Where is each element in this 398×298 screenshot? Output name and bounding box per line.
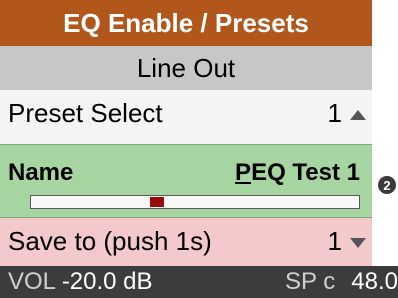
name-value: PEQ Test 1 xyxy=(235,159,360,187)
preset-select-label: Preset Select xyxy=(8,98,163,128)
preset-select-value: 1 xyxy=(327,98,342,128)
save-to-row[interactable]: Save to (push 1s) 1 xyxy=(0,218,372,272)
name-row[interactable]: Name PEQ Test 1 xyxy=(0,144,372,218)
name-slider-track[interactable] xyxy=(30,195,360,209)
triangle-up-icon[interactable] xyxy=(350,110,366,120)
eq-screen: EQ Enable / Presets Line Out Preset Sele… xyxy=(0,0,398,298)
name-slider-thumb[interactable] xyxy=(150,197,164,207)
page-title: EQ Enable / Presets xyxy=(0,0,372,46)
name-label: Name xyxy=(8,159,74,186)
sample-rate-readout: SP c 48.0 xyxy=(285,268,398,296)
section-header: Line Out xyxy=(0,46,372,90)
save-to-label: Save to (push 1s) xyxy=(8,226,212,256)
name-value-rest: EQ Test 1 xyxy=(251,159,360,186)
name-cursor-char: P xyxy=(235,159,252,186)
volume-readout: VOL -20.0 dB xyxy=(8,268,153,296)
sample-rate-label: SP c xyxy=(285,268,336,295)
volume-label: VOL xyxy=(8,268,56,295)
status-bar: VOL -20.0 dB SP c 48.0 xyxy=(0,266,398,298)
preset-select-row[interactable]: Preset Select 1 xyxy=(0,90,372,144)
volume-value: -20.0 dB xyxy=(61,268,153,295)
triangle-down-icon[interactable] xyxy=(350,238,366,248)
sample-rate-value: 48.0 xyxy=(351,268,398,295)
save-to-value: 1 xyxy=(327,226,342,256)
number-2-badge-icon: 2 xyxy=(378,176,396,194)
